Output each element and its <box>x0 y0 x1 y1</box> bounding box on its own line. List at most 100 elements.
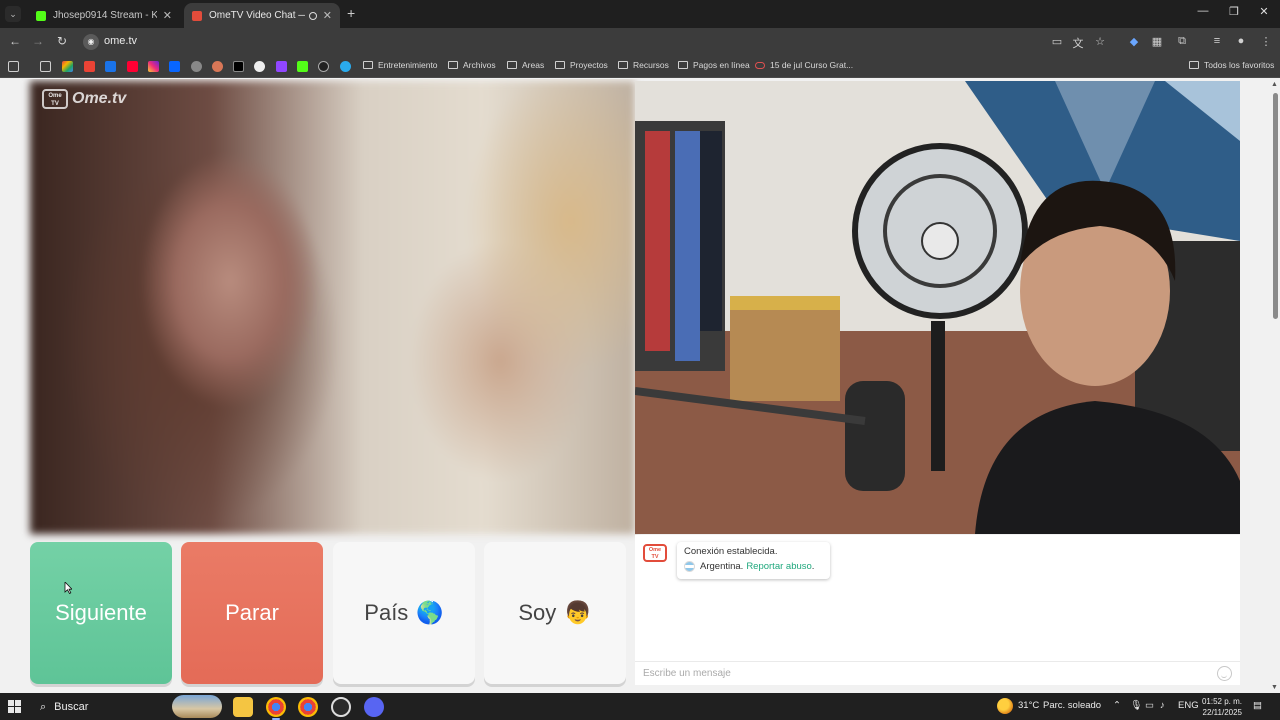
country-button[interactable]: País 🌎 <box>333 542 475 684</box>
boy-face-icon: 👦 <box>564 600 592 625</box>
country-button-label: País <box>364 600 409 625</box>
ometv-logo[interactable]: Ome TV Ome.tv <box>42 89 126 109</box>
claude-icon[interactable] <box>212 61 223 72</box>
youtube-icon[interactable] <box>127 61 138 72</box>
partner-country-text: Argentina. <box>700 561 744 572</box>
forward-arrow-icon[interactable]: → <box>30 34 46 48</box>
file-explorer-icon[interactable] <box>233 697 253 717</box>
webcam-scene-image <box>635 81 1240 534</box>
tray-chevron-icon[interactable]: ⌃ <box>1113 700 1121 711</box>
recording-indicator-icon <box>308 11 317 20</box>
connection-status-text: Conexión establecida. <box>684 546 778 557</box>
language-indicator[interactable]: ENG <box>1178 700 1199 711</box>
bookmark-label: 15 de jul Curso Grat... <box>770 60 854 70</box>
window-close-icon[interactable]: ✕ <box>1254 5 1274 18</box>
telegram-icon[interactable] <box>340 61 351 72</box>
report-suffix: . <box>811 561 815 572</box>
tab-kick-dashboard[interactable]: Jhosep0914 Stream - Kick Dashb ✕ <box>28 3 180 28</box>
chat-panel: Ome TV Conexión establecida. Argentina. … <box>635 535 1240 685</box>
bookmark-areas[interactable]: Areas <box>507 60 544 70</box>
profile-avatar-icon[interactable]: ● <box>1234 35 1248 47</box>
twitch-icon[interactable] <box>276 61 287 72</box>
site-info-icon[interactable]: ◉ <box>83 34 99 50</box>
taskbar-search[interactable]: ⌕ Buscar <box>34 697 169 717</box>
scrollbar-thumb[interactable] <box>1273 93 1278 319</box>
page-scrollbar[interactable]: ▲ ▼ <box>1270 79 1280 693</box>
tab-search-chevron-icon[interactable]: ⌄ <box>5 6 21 22</box>
bookmark-pagos[interactable]: Pagos en línea <box>678 60 750 70</box>
gmail-icon[interactable] <box>84 61 95 72</box>
extension-grid-icon[interactable]: ▦ <box>1150 35 1164 48</box>
remote-video-overlay: Ome TV Ome.tv <box>30 81 635 534</box>
bookmark-label: Recursos <box>633 60 669 70</box>
ometv-favicon-icon <box>192 10 202 21</box>
microphone-icon[interactable]: 🎙 <box>1130 700 1142 711</box>
notifications-icon[interactable]: ▤ <box>1253 700 1262 711</box>
meta-icon[interactable] <box>169 61 180 72</box>
bookmark-label: Areas <box>522 60 545 70</box>
restore-icon[interactable]: ❐ <box>1224 5 1244 18</box>
reload-icon[interactable]: ↻ <box>54 34 70 48</box>
apps-grid-icon[interactable] <box>8 61 19 72</box>
ometv-page: Ome TV Ome.tv Siguiente Parar País 🌎 Soy… <box>0 79 1270 693</box>
extension-shield-icon[interactable]: ◆ <box>1127 35 1141 48</box>
widgets-thumbnail[interactable] <box>172 695 222 718</box>
ai-tool-icon[interactable] <box>318 61 329 72</box>
tab-title: OmeTV Video Chat — Omegle <box>209 10 305 21</box>
minimize-icon[interactable]: — <box>1193 5 1213 17</box>
volume-icon[interactable]: ♪ <box>1160 700 1165 711</box>
chat-input-bar <box>635 661 1240 685</box>
extensions-puzzle-icon[interactable]: ⧉ <box>1175 35 1189 48</box>
bookmark-curso[interactable]: 15 de jul Curso Grat... <box>755 60 853 70</box>
ometv-chat-logo-icon: Ome TV <box>643 544 667 562</box>
drive-icon[interactable] <box>105 61 116 72</box>
translate-icon[interactable]: 文 <box>1071 35 1085 51</box>
message-input[interactable] <box>635 662 1195 684</box>
chrome-icon[interactable] <box>266 697 286 720</box>
bookmark-recursos[interactable]: Recursos <box>618 60 669 70</box>
bookmark-star-icon[interactable]: ☆ <box>1093 35 1107 48</box>
threads-icon[interactable] <box>191 61 202 72</box>
emoji-picker-icon[interactable] <box>1217 666 1232 681</box>
bookmark-label: Archivos <box>463 60 496 70</box>
close-tab-icon[interactable]: ✕ <box>323 9 332 22</box>
next-button-label: Siguiente <box>55 600 147 625</box>
bookmark-entretenimiento[interactable]: Entretenimiento <box>363 60 438 70</box>
menu-kebab-icon[interactable]: ⋮ <box>1259 35 1273 48</box>
network-icon[interactable]: ▭ <box>1145 700 1154 711</box>
taskbar-clock[interactable]: 01:52 p. m. 22/11/2025 <box>1198 696 1242 718</box>
windows-taskbar: ⌕ Buscar 31°C Parc. soleado ⌃ 🎙 ▭ ♪ ENG … <box>0 693 1280 720</box>
next-button[interactable]: Siguiente <box>30 542 172 684</box>
scroll-down-icon[interactable]: ▼ <box>1271 684 1278 691</box>
instagram-icon[interactable] <box>148 61 159 72</box>
globe-icon: 🌎 <box>416 600 444 625</box>
address-bar[interactable]: ◉ ome.tv <box>80 31 1120 53</box>
back-arrow-icon[interactable]: ← <box>7 34 23 48</box>
weather-condition[interactable]: Parc. soleado <box>1043 700 1101 711</box>
stop-button[interactable]: Parar <box>181 542 323 684</box>
all-bookmarks[interactable]: Todos los favoritos <box>1189 60 1274 70</box>
bookmark-folder-icon[interactable] <box>40 61 51 72</box>
kick-icon[interactable] <box>297 61 308 72</box>
discord-icon[interactable] <box>364 697 384 717</box>
close-tab-icon[interactable]: ✕ <box>163 9 172 22</box>
bookmark-proyectos[interactable]: Proyectos <box>555 60 608 70</box>
bookmark-archivos[interactable]: Archivos <box>448 60 496 70</box>
windows-start-icon[interactable] <box>8 700 21 713</box>
x-twitter-icon[interactable] <box>233 61 244 72</box>
gender-button[interactable]: Soy 👦 <box>484 542 626 684</box>
reading-list-icon[interactable]: ≡ <box>1210 35 1224 47</box>
obs-icon[interactable] <box>331 697 351 717</box>
folder-icon <box>1189 61 1199 69</box>
weather-sun-icon[interactable] <box>997 698 1013 714</box>
report-abuse-link[interactable]: Reportar abuso <box>746 561 811 572</box>
new-tab-plus-icon[interactable]: + <box>347 5 355 21</box>
chrome-profile-icon[interactable] <box>298 697 318 717</box>
tab-ometv[interactable]: OmeTV Video Chat — Omegle ✕ <box>184 3 340 28</box>
weather-temperature[interactable]: 31°C <box>1018 700 1039 711</box>
github-icon[interactable] <box>254 61 265 72</box>
folder-icon <box>363 61 373 69</box>
cast-icon[interactable]: ▭ <box>1050 35 1064 48</box>
slack-icon[interactable] <box>62 61 73 72</box>
scroll-up-icon[interactable]: ▲ <box>1271 81 1278 88</box>
